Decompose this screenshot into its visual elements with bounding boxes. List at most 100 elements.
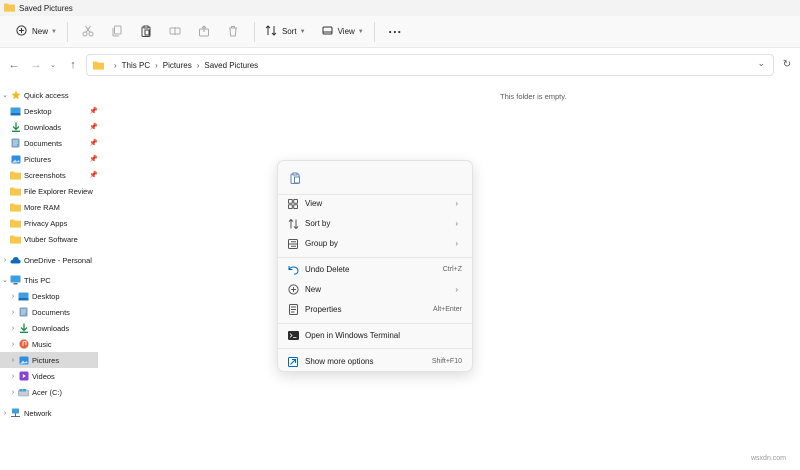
chevron-right-icon[interactable]: › <box>8 293 18 300</box>
paste-icon <box>140 25 152 39</box>
chevron-down-icon[interactable]: ⌄ <box>0 91 10 99</box>
breadcrumb-pictures[interactable]: Pictures <box>163 61 192 70</box>
sidebar-item-label: Pictures <box>24 154 52 164</box>
menu-item-properties[interactable]: Properties Alt+Enter <box>282 300 468 319</box>
arrow-up-icon: ↑ <box>70 59 76 71</box>
menu-item-label: Undo Delete <box>305 265 350 274</box>
sidebar-item-pc-acer-c[interactable]: › Acer (C:) <box>0 384 100 400</box>
folder-icon <box>10 186 21 196</box>
recent-locations-button[interactable]: ⌄ <box>42 54 64 76</box>
menu-item-shortcut: Ctrl+Z <box>442 266 462 273</box>
new-button[interactable]: New ▼ <box>12 21 61 43</box>
copy-icon <box>111 25 123 39</box>
chevron-right-icon[interactable]: › <box>8 357 18 364</box>
menu-item-group-by[interactable]: Group by › <box>282 234 468 253</box>
sidebar-item-more-ram[interactable]: More RAM <box>0 199 100 215</box>
sidebar-item-quick-access[interactable]: ⌄ Quick access <box>0 87 100 103</box>
sidebar-item-privacy-apps[interactable]: Privacy Apps <box>0 215 100 231</box>
chevron-right-icon[interactable]: › <box>0 410 10 417</box>
folder-icon <box>10 218 21 228</box>
chevron-right-icon: › <box>455 239 458 248</box>
sidebar-item-label: Documents <box>24 138 62 148</box>
see-more-button[interactable]: ... <box>381 21 410 43</box>
back-button[interactable]: ← <box>3 54 25 76</box>
menu-item-label: Group by <box>305 239 338 248</box>
up-button[interactable]: ↑ <box>62 54 84 76</box>
drive-icon <box>18 387 29 397</box>
sidebar-item-label: Acer (C:) <box>32 387 62 397</box>
chevron-right-icon[interactable]: › <box>8 325 18 332</box>
chevron-down-icon[interactable]: ⌄ <box>0 276 10 284</box>
menu-item-view[interactable]: View › <box>282 194 468 213</box>
chevron-down-icon[interactable]: ⌄ <box>757 58 765 69</box>
chevron-right-icon[interactable]: › <box>8 389 18 396</box>
chevron-right-icon[interactable]: › <box>8 341 18 348</box>
menu-item-new[interactable]: New › <box>282 280 468 299</box>
desktop-icon <box>10 106 21 116</box>
cut-icon <box>82 25 94 39</box>
view-button[interactable]: View ▼ <box>318 21 368 43</box>
sidebar-item-desktop[interactable]: Desktop 📌 <box>0 103 100 119</box>
menu-item-undo-delete[interactable]: Undo Delete Ctrl+Z <box>282 260 468 279</box>
paste-button[interactable] <box>284 169 306 189</box>
sidebar-item-vtuber-software[interactable]: Vtuber Software <box>0 231 100 247</box>
view-icon <box>322 26 333 38</box>
sidebar-item-pc-downloads[interactable]: › Downloads <box>0 320 100 336</box>
sidebar-item-pc-documents[interactable]: › Documents <box>0 304 100 320</box>
share-icon <box>198 24 210 39</box>
sidebar-item-file-explorer-review[interactable]: File Explorer Review <box>0 183 100 199</box>
sidebar-item-this-pc[interactable]: ⌄ This PC <box>0 272 100 288</box>
menu-item-sort-by[interactable]: Sort by › <box>282 214 468 233</box>
sidebar-item-documents[interactable]: Documents 📌 <box>0 135 100 151</box>
plus-circle-icon <box>283 284 303 295</box>
chevron-right-icon: › <box>455 285 458 294</box>
refresh-button[interactable]: ↻ <box>778 54 796 74</box>
folder-icon <box>93 61 104 70</box>
sidebar-item-pc-pictures[interactable]: › Pictures <box>0 352 98 368</box>
chevron-right-icon[interactable]: › <box>8 373 18 380</box>
view-label: View <box>337 27 355 36</box>
more-options-icon <box>283 356 303 367</box>
menu-item-show-more-options[interactable]: Show more options Shift+F10 <box>282 352 468 371</box>
arrow-left-icon: ← <box>8 59 20 71</box>
copy-button[interactable] <box>103 21 132 43</box>
sidebar-item-label: This PC <box>24 275 51 285</box>
rename-button[interactable] <box>161 21 190 43</box>
sidebar-item-pictures[interactable]: Pictures 📌 <box>0 151 100 167</box>
delete-icon <box>227 25 239 39</box>
delete-button[interactable] <box>219 21 248 43</box>
sidebar-item-downloads[interactable]: Downloads 📌 <box>0 119 100 135</box>
chevron-down-icon: ▼ <box>299 28 306 35</box>
breadcrumb-saved-pictures[interactable]: Saved Pictures <box>204 61 258 70</box>
sidebar-item-label: Music <box>32 339 52 349</box>
chevron-right-icon[interactable]: › <box>0 257 10 264</box>
sidebar-item-pc-videos[interactable]: › Videos <box>0 368 100 384</box>
sidebar-item-onedrive[interactable]: › OneDrive - Personal <box>0 252 100 268</box>
window-title: Saved Pictures <box>19 3 73 13</box>
arrow-right-icon: → <box>30 59 42 71</box>
sidebar-item-network[interactable]: › Network <box>0 405 100 421</box>
address-bar[interactable]: › This PC › Pictures › Saved Pictures ⌄ <box>86 54 774 76</box>
menu-divider <box>278 323 472 324</box>
cut-button[interactable] <box>74 21 103 43</box>
breadcrumb-separator: › <box>196 60 200 70</box>
sidebar-item-screenshots[interactable]: Screenshots 📌 <box>0 167 100 183</box>
address-row: ← → ⌄ ↑ › This PC › Pictures › Saved Pic… <box>0 48 800 82</box>
group-icon <box>283 238 303 249</box>
share-button[interactable] <box>190 21 219 43</box>
chevron-down-icon: ▼ <box>357 28 364 35</box>
menu-item-label: View <box>305 199 323 208</box>
sidebar-item-pc-music[interactable]: › Music <box>0 336 100 352</box>
sort-button[interactable]: Sort ▼ <box>261 21 310 43</box>
chevron-right-icon: › <box>455 219 458 228</box>
menu-item-open-in-terminal[interactable]: Open in Windows Terminal <box>282 326 468 345</box>
paste-button[interactable] <box>132 21 161 43</box>
breadcrumb-this-pc[interactable]: This PC <box>122 61 150 70</box>
pin-icon: 📌 <box>89 124 98 131</box>
chevron-right-icon[interactable]: › <box>8 309 18 316</box>
folder-icon <box>10 202 21 212</box>
sidebar-item-label: Downloads <box>24 122 62 132</box>
sort-icon <box>265 25 277 38</box>
sidebar-item-pc-desktop[interactable]: › Desktop <box>0 288 100 304</box>
menu-item-label: Sort by <box>305 219 331 228</box>
